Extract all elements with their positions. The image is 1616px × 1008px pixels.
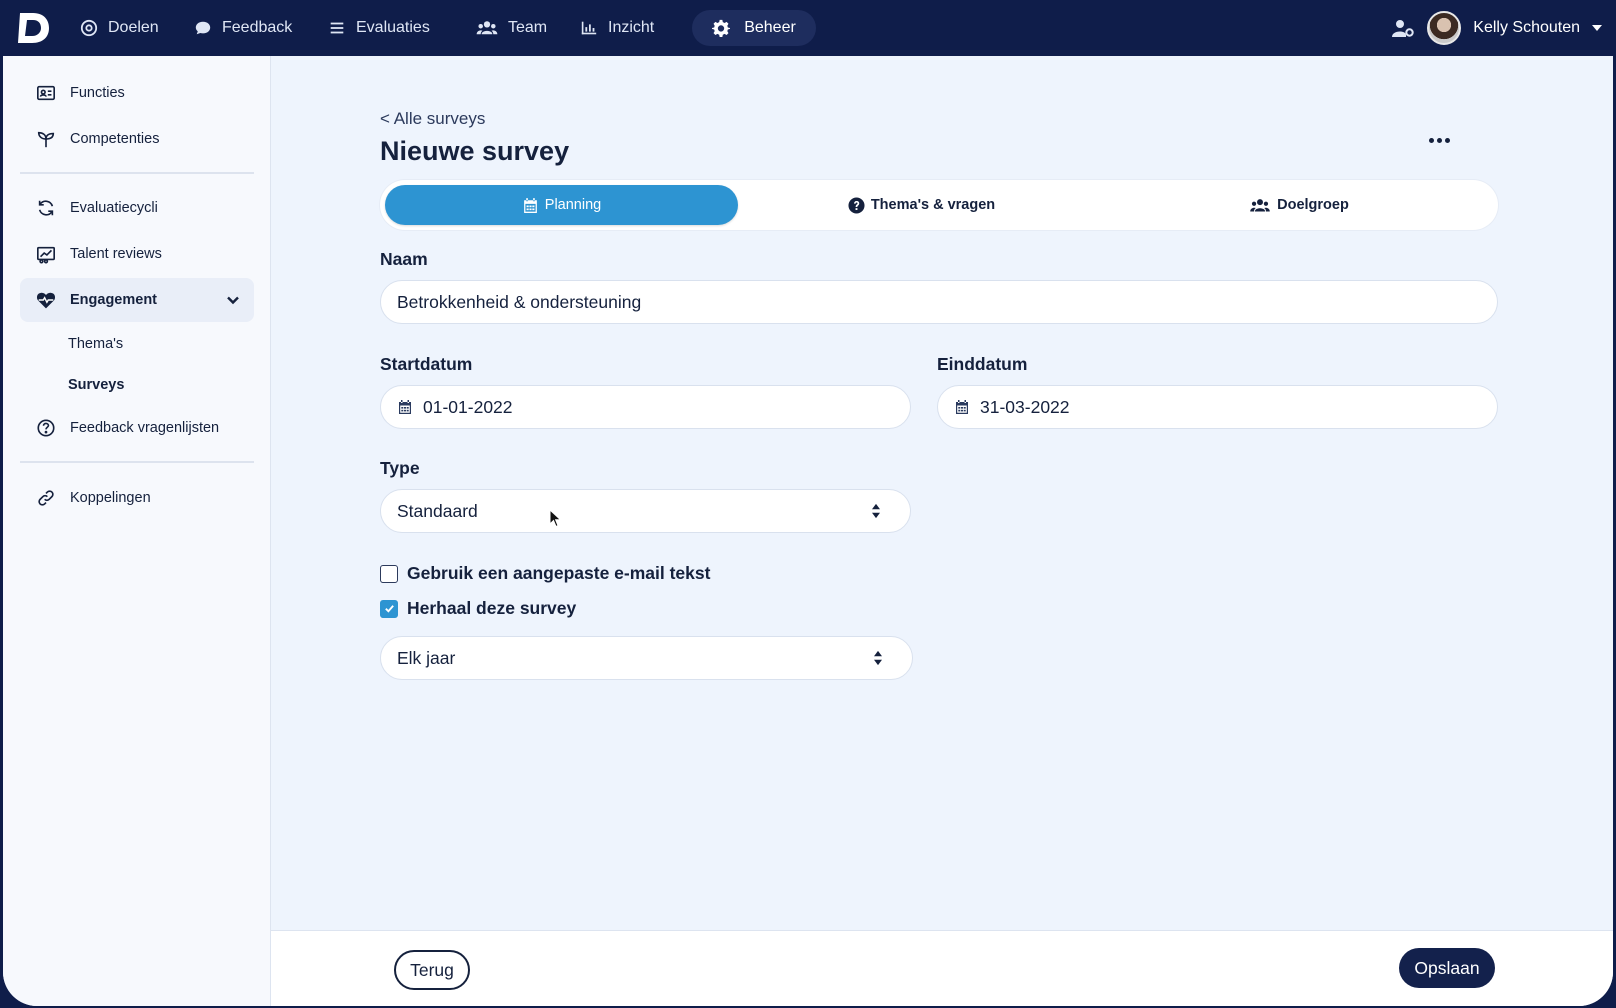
sidebar-item-feedback-vragenlijsten[interactable]: Feedback vragenlijsten (20, 406, 254, 450)
start-date-label: Startdatum (380, 354, 473, 374)
tab-doelgroep[interactable]: Doelgroep (1105, 185, 1493, 225)
chart-board-icon (37, 246, 55, 264)
users-icon (476, 21, 498, 35)
seedling-icon (37, 131, 55, 148)
sidebar-item-label: Evaluatiecycli (70, 200, 158, 216)
sort-arrows-icon (872, 503, 880, 519)
ellipsis-icon (1436, 137, 1442, 143)
tab-themas-vragen[interactable]: Thema's & vragen (745, 185, 1098, 225)
end-date-label: Einddatum (937, 354, 1028, 374)
sidebar-divider (20, 461, 254, 463)
target-icon (80, 19, 98, 37)
repeat-frequency-value: Elk jaar (397, 647, 456, 668)
caret-down-icon (1592, 25, 1602, 31)
end-date-value: 31-03-2022 (980, 396, 1070, 417)
user-menu[interactable]: Kelly Schouten (1391, 8, 1602, 48)
id-card-icon (37, 85, 55, 101)
app-frame: Functies Competenties Evaluatiecycli Tal… (3, 56, 1613, 1006)
app-logo-icon[interactable] (16, 10, 52, 46)
sidebar-item-engagement[interactable]: Engagement (20, 278, 254, 322)
sort-arrows-icon (874, 650, 882, 666)
more-options-button[interactable] (1425, 126, 1453, 154)
start-date-value: 01-01-2022 (423, 396, 513, 417)
nav-label: Feedback (222, 19, 293, 36)
sidebar-item-label: Koppelingen (70, 490, 151, 506)
tab-label: Doelgroep (1277, 197, 1349, 213)
nav-label: Inzicht (608, 19, 655, 36)
page-title: Nieuwe survey (380, 136, 570, 166)
type-select[interactable]: Standaard (380, 489, 911, 533)
repeat-survey-checkbox[interactable] (380, 599, 398, 618)
sidebar-item-label: Feedback vragenlijsten (70, 420, 220, 436)
sidebar-item-competenties[interactable]: Competenties (20, 117, 254, 161)
sidebar: Functies Competenties Evaluatiecycli Tal… (3, 56, 271, 1006)
nav-evaluaties[interactable]: Evaluaties (314, 10, 444, 46)
nav-beheer[interactable]: Beheer (692, 10, 816, 46)
nav-label: Evaluaties (356, 19, 430, 36)
list-icon (330, 22, 344, 34)
name-value: Betrokkenheid & ondersteuning (397, 291, 642, 312)
tab-label: Thema's & vragen (870, 197, 996, 213)
sidebar-item-label: Functies (70, 85, 125, 101)
sidebar-item-functies[interactable]: Functies (20, 71, 254, 115)
repeat-survey-checkbox-row[interactable]: Herhaal deze survey (380, 598, 576, 619)
sidebar-item-label: Talent reviews (70, 246, 162, 262)
calendar-icon (523, 197, 537, 213)
sidebar-item-talent-reviews[interactable]: Talent reviews (20, 232, 254, 276)
top-navbar: Doelen Feedback Evaluaties Team Inzicht … (0, 0, 1616, 56)
nav-inzicht[interactable]: Inzicht (566, 10, 668, 46)
heart-pulse-icon (36, 292, 56, 309)
nav-label: Doelen (108, 19, 159, 36)
name-label: Naam (380, 249, 428, 269)
repeat-frequency-select[interactable]: Elk jaar (380, 636, 913, 680)
checkmark-icon (384, 605, 394, 613)
nav-label: Beheer (744, 19, 796, 36)
back-button[interactable]: Terug (394, 950, 470, 990)
sidebar-divider (20, 172, 254, 174)
sidebar-subitem-surveys[interactable]: Surveys (68, 377, 124, 393)
user-name: Kelly Schouten (1473, 19, 1580, 36)
sidebar-item-label: Competenties (70, 131, 160, 147)
calendar-icon (956, 400, 968, 414)
sidebar-item-evaluatiecycli[interactable]: Evaluatiecycli (20, 186, 254, 230)
type-value: Standaard (397, 500, 478, 521)
sidebar-item-label: Engagement (70, 292, 158, 308)
users-icon (1250, 198, 1270, 211)
chat-bubble-icon (195, 21, 211, 35)
calendar-icon (399, 400, 411, 414)
nav-label: Team (508, 19, 548, 36)
sidebar-item-koppelingen[interactable]: Koppelingen (20, 476, 254, 520)
end-date-input[interactable]: 31-03-2022 (937, 385, 1498, 429)
sync-icon (38, 200, 54, 216)
nav-doelen[interactable]: Doelen (66, 10, 173, 46)
type-label: Type (380, 458, 420, 478)
ellipsis-icon (1444, 137, 1450, 143)
custom-email-checkbox[interactable] (380, 564, 398, 583)
main-content: < Alle surveys Nieuwe survey Planning Th… (271, 56, 1613, 1006)
nav-team[interactable]: Team (462, 10, 561, 46)
name-input[interactable]: Betrokkenheid & ondersteuning (380, 280, 1498, 324)
chevron-down-icon[interactable] (226, 293, 240, 307)
avatar[interactable] (1427, 11, 1462, 45)
custom-email-label: Gebruik een aangepaste e-mail tekst (407, 563, 711, 583)
nav-feedback[interactable]: Feedback (180, 10, 306, 46)
tab-label: Planning (544, 197, 602, 213)
back-to-surveys-link[interactable]: < Alle surveys (380, 109, 485, 129)
user-settings-icon[interactable] (1391, 18, 1415, 38)
sidebar-subitem-themas[interactable]: Thema's (68, 336, 123, 352)
ellipsis-icon (1428, 137, 1434, 143)
tab-planning[interactable]: Planning (385, 185, 738, 225)
question-circle-icon (848, 196, 865, 214)
form-footer: Terug Opslaan (271, 930, 1613, 1006)
custom-email-checkbox-row[interactable]: Gebruik een aangepaste e-mail tekst (380, 563, 710, 584)
gear-icon (712, 19, 731, 37)
mouse-pointer-icon (549, 509, 562, 528)
question-circle-icon (37, 419, 55, 437)
tab-bar: Planning Thema's & vragen Doelgroep (380, 180, 1498, 230)
link-icon (38, 490, 54, 506)
save-button[interactable]: Opslaan (1399, 948, 1495, 988)
bar-chart-icon (581, 21, 597, 35)
start-date-input[interactable]: 01-01-2022 (380, 385, 911, 429)
repeat-survey-label: Herhaal deze survey (407, 598, 577, 618)
